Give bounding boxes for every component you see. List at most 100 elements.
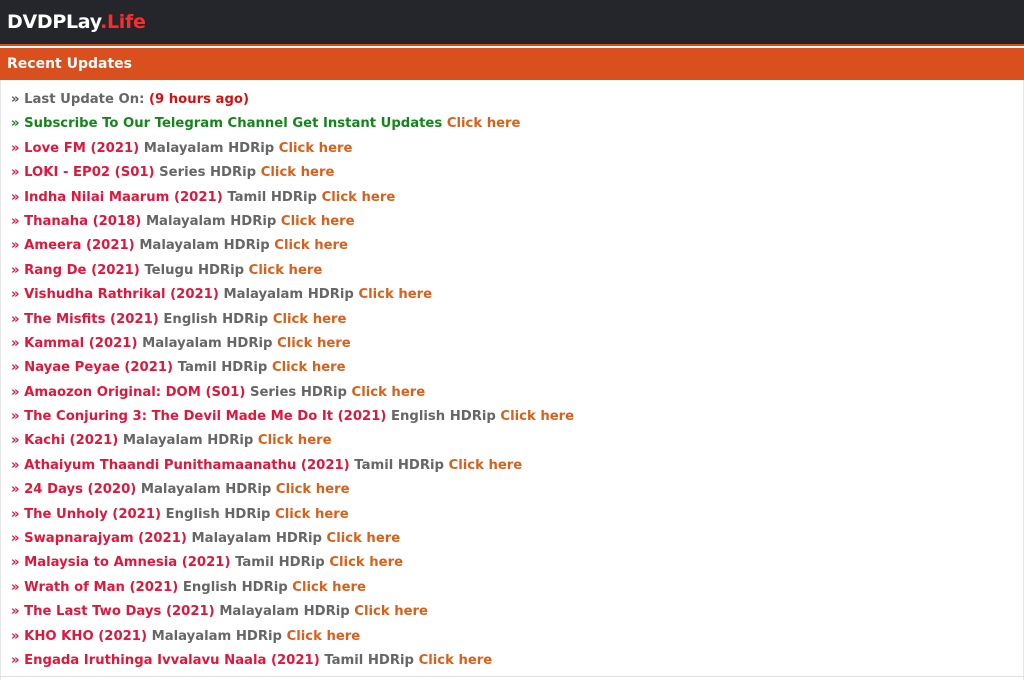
subscribe-link[interactable]: Click here — [447, 116, 521, 131]
updates-panel: » Last Update On: (9 hours ago) » Subscr… — [0, 80, 1024, 680]
update-title[interactable]: Athaiyum Thaandi Punithamaanathu (2021) — [24, 458, 350, 473]
update-row: » Love FM (2021) Malayalam HDRip Click h… — [1, 137, 1023, 161]
click-here-link[interactable]: Click here — [249, 263, 323, 278]
bullet-icon: » — [11, 287, 20, 303]
bullet-icon: » — [11, 506, 20, 522]
bullet-icon: » — [11, 457, 20, 473]
click-here-link[interactable]: Click here — [358, 287, 432, 302]
update-title[interactable]: Amaozon Original: DOM (S01) — [24, 385, 245, 400]
update-title[interactable]: Thanaha (2018) — [24, 214, 141, 229]
update-info: Tamil HDRip — [227, 189, 317, 205]
last-update-label: Last Update On: — [24, 92, 145, 107]
click-here-link[interactable]: Click here — [419, 653, 493, 668]
update-row: » Engada Iruthinga Ivvalavu Naala (2021)… — [1, 649, 1023, 673]
click-here-link[interactable]: Click here — [500, 409, 574, 424]
click-here-link[interactable]: Click here — [322, 190, 396, 205]
update-info: Malayalam HDRip — [223, 287, 354, 303]
click-here-link[interactable]: Click here — [274, 238, 348, 253]
update-info: Malayalam HDRip — [122, 433, 254, 449]
click-here-link[interactable]: Click here — [327, 531, 401, 546]
bullet-icon: » — [11, 628, 20, 644]
update-info: Malayalam HDRip — [143, 140, 275, 156]
click-here-link[interactable]: Click here — [275, 507, 349, 522]
bullet-icon: » — [11, 189, 20, 205]
update-title[interactable]: Rang De (2021) — [24, 263, 140, 278]
click-here-link[interactable]: Click here — [292, 580, 366, 595]
update-title[interactable]: Nayae Peyae (2021) — [24, 360, 173, 375]
update-title[interactable]: Swapnarajyam (2021) — [24, 531, 187, 546]
update-list: » Love FM (2021) Malayalam HDRip Click h… — [1, 137, 1023, 674]
click-here-link[interactable]: Click here — [354, 604, 428, 619]
bullet-icon: » — [11, 213, 20, 229]
bullet-icon: » — [11, 311, 20, 327]
page-divider — [0, 676, 1024, 677]
update-title[interactable]: KHO KHO (2021) — [24, 629, 147, 644]
click-here-link[interactable]: Click here — [352, 385, 426, 400]
click-here-link[interactable]: Click here — [449, 458, 523, 473]
last-update-row: » Last Update On: (9 hours ago) — [1, 88, 1023, 112]
click-here-link[interactable]: Click here — [258, 433, 332, 448]
update-title[interactable]: Ameera (2021) — [24, 238, 135, 253]
bullet-icon: » — [11, 555, 20, 571]
bullet-icon: » — [11, 433, 20, 449]
section-title: Recent Updates — [7, 56, 132, 72]
update-info: English HDRip — [165, 506, 271, 522]
update-info: Malayalam HDRip — [140, 482, 272, 498]
logo-tld: .Life — [100, 11, 146, 33]
update-row: » Nayae Peyae (2021) Tamil HDRip Click h… — [1, 356, 1023, 380]
bullet-icon: » — [11, 116, 20, 132]
update-row: » Swapnarajyam (2021) Malayalam HDRip Cl… — [1, 527, 1023, 551]
update-row: » Indha Nilai Maarum (2021) Tamil HDRip … — [1, 186, 1023, 210]
click-here-link[interactable]: Click here — [272, 360, 346, 375]
update-title[interactable]: Wrath of Man (2021) — [24, 580, 178, 595]
update-row: » The Last Two Days (2021) Malayalam HDR… — [1, 600, 1023, 624]
update-title[interactable]: The Unholy (2021) — [24, 507, 161, 522]
update-title[interactable]: Love FM (2021) — [24, 141, 139, 156]
section-header: Recent Updates — [0, 48, 1024, 80]
update-title[interactable]: Vishudha Rathrikal (2021) — [24, 287, 219, 302]
update-title[interactable]: The Last Two Days (2021) — [24, 604, 215, 619]
update-info: Malayalam HDRip — [139, 238, 270, 254]
update-title[interactable]: LOKI - EP02 (S01) — [24, 165, 154, 180]
update-title[interactable]: Engada Iruthinga Ivvalavu Naala (2021) — [24, 653, 320, 668]
site-header: DVDPLay.Life — [0, 0, 1024, 46]
update-row: » The Conjuring 3: The Devil Made Me Do … — [1, 405, 1023, 429]
update-info: Malayalam HDRip — [145, 213, 277, 229]
bullet-icon: » — [11, 165, 20, 181]
update-info: English HDRip — [163, 311, 269, 327]
click-here-link[interactable]: Click here — [273, 312, 347, 327]
update-title[interactable]: Kammal (2021) — [24, 336, 137, 351]
bullet-icon: » — [11, 531, 20, 547]
update-title[interactable]: 24 Days (2020) — [24, 482, 136, 497]
update-info: Tamil HDRip — [235, 555, 325, 571]
bullet-icon: » — [11, 604, 20, 620]
update-row: » Athaiyum Thaandi Punithamaanathu (2021… — [1, 454, 1023, 478]
update-title[interactable]: The Conjuring 3: The Devil Made Me Do It… — [24, 409, 386, 424]
update-title[interactable]: Indha Nilai Maarum (2021) — [24, 190, 223, 205]
bullet-icon: » — [11, 140, 20, 156]
update-info: Malayalam HDRip — [151, 628, 282, 644]
update-info: Tamil HDRip — [354, 457, 444, 473]
site-logo[interactable]: DVDPLay.Life — [7, 11, 146, 33]
bullet-icon: » — [11, 652, 20, 668]
update-row: » Ameera (2021) Malayalam HDRip Click he… — [1, 234, 1023, 258]
bullet-icon: » — [11, 238, 20, 254]
subscribe-row: » Subscribe To Our Telegram Channel Get … — [1, 112, 1023, 136]
click-here-link[interactable]: Click here — [281, 214, 355, 229]
bullet-icon: » — [11, 409, 20, 425]
update-row: » The Unholy (2021) English HDRip Click … — [1, 503, 1023, 527]
update-row: » LOKI - EP02 (S01) Series HDRip Click h… — [1, 161, 1023, 185]
click-here-link[interactable]: Click here — [261, 165, 335, 180]
update-title[interactable]: Kachi (2021) — [24, 433, 118, 448]
click-here-link[interactable]: Click here — [329, 555, 403, 570]
update-row: » Kachi (2021) Malayalam HDRip Click her… — [1, 429, 1023, 453]
update-row: » Wrath of Man (2021) English HDRip Clic… — [1, 576, 1023, 600]
update-row: » Amaozon Original: DOM (S01) Series HDR… — [1, 381, 1023, 405]
click-here-link[interactable]: Click here — [276, 482, 350, 497]
click-here-link[interactable]: Click here — [277, 336, 351, 351]
click-here-link[interactable]: Click here — [287, 629, 361, 644]
update-title[interactable]: The Misfits (2021) — [24, 312, 159, 327]
update-title[interactable]: Malaysia to Amnesia (2021) — [24, 555, 230, 570]
update-row: » Malaysia to Amnesia (2021) Tamil HDRip… — [1, 551, 1023, 575]
click-here-link[interactable]: Click here — [279, 141, 353, 156]
